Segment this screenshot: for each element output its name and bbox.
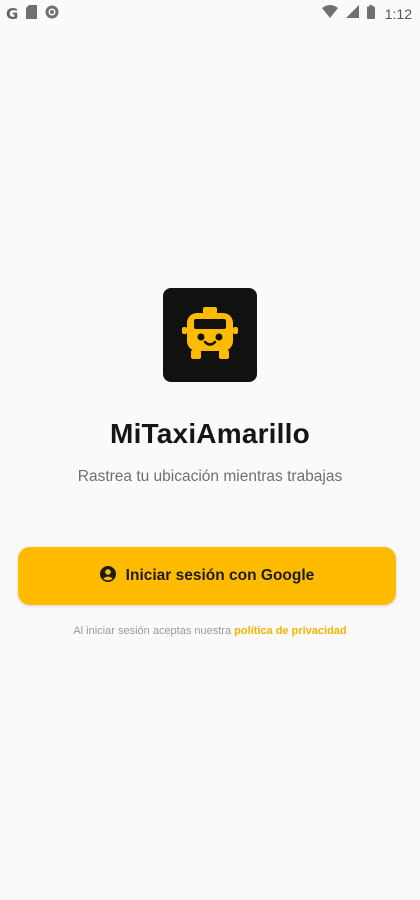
circle-notification-icon <box>45 5 59 24</box>
battery-icon <box>366 4 375 24</box>
google-icon: G <box>6 4 19 23</box>
sd-card-icon <box>26 4 38 24</box>
google-sign-in-button[interactable]: Iniciar sesión con Google <box>18 547 396 605</box>
status-time: 1:12 <box>384 6 412 22</box>
privacy-notice: Al iniciar sesión aceptas nuestra políti… <box>0 625 420 637</box>
taxi-icon <box>179 303 241 368</box>
google-sign-in-label: Iniciar sesión con Google <box>125 567 315 584</box>
account-circle-icon <box>99 565 116 587</box>
status-bar-left: G <box>6 4 59 24</box>
status-bar: G 1:12 <box>0 0 420 28</box>
status-bar-right: 1:12 <box>321 4 412 24</box>
cellular-signal-icon <box>345 5 359 23</box>
app-header: MiTaxiAmarillo Rastrea tu ubicación mien… <box>0 288 420 486</box>
privacy-prefix: Al iniciar sesión aceptas nuestra <box>73 625 232 637</box>
app-logo <box>163 288 257 382</box>
wifi-icon <box>321 5 338 23</box>
app-subtitle: Rastrea tu ubicación mientras trabajas <box>77 468 343 485</box>
app-title: MiTaxiAmarillo <box>110 418 310 449</box>
privacy-policy-link[interactable]: política de privacidad <box>234 625 346 637</box>
